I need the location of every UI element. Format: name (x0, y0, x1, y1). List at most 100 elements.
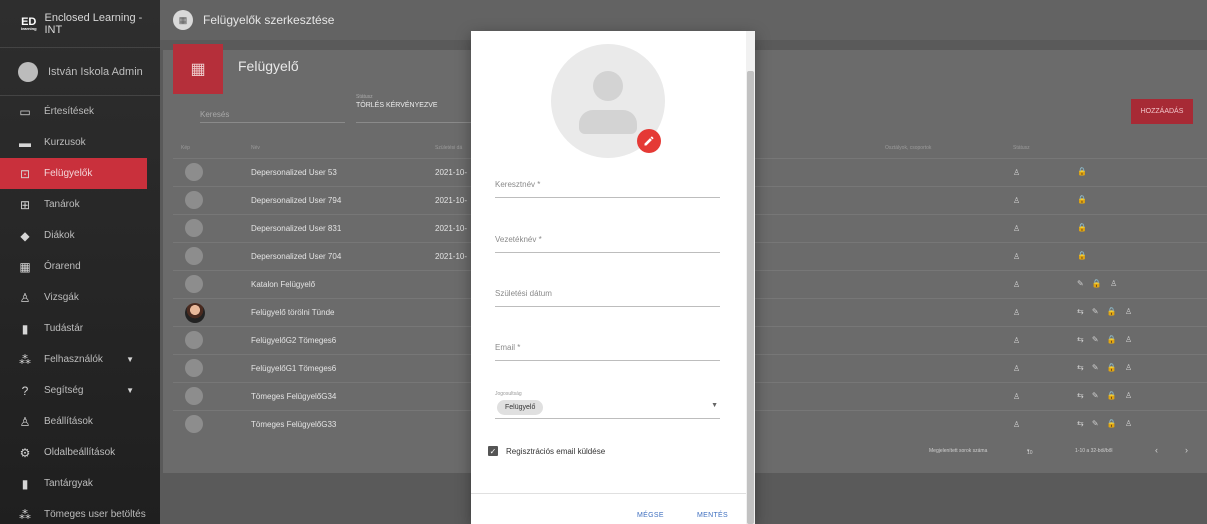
sidebar-item-label: Értesítések (44, 106, 95, 117)
cancel-button[interactable]: MÉGSE (637, 512, 664, 519)
next-page-icon[interactable]: › (1185, 445, 1188, 455)
status-filter-label: Státusz (356, 94, 373, 100)
sidebar-item-3[interactable]: ⊞ Tanárok (0, 189, 160, 220)
sidebar-item-13[interactable]: ⁂ Tömeges user betöltés (0, 499, 160, 524)
edit-photo-button[interactable] (637, 129, 661, 153)
first-name-field[interactable]: Keresztnév * (495, 176, 720, 198)
sidebar-item-label: Órarend (44, 261, 81, 272)
sidebar-item-7[interactable]: ▮ Tudástár (0, 313, 160, 344)
sidebar-item-label: Kurzusok (44, 137, 86, 148)
column-header-dob[interactable]: Születési dá (435, 145, 462, 151)
site-settings-icon: ⚙ (19, 445, 31, 460)
exam-icon: ♙ (19, 290, 31, 305)
role-chip[interactable]: Felügyelő (497, 400, 544, 415)
avatar-head-shape (593, 71, 623, 101)
row-dob: 2021-10- (435, 224, 468, 233)
status-icon: ♙ (1013, 196, 1021, 205)
user-profile[interactable]: István Iskola Admin (0, 48, 160, 96)
sidebar-item-9[interactable]: ? Segítség ▼ (0, 375, 160, 406)
row-actions[interactable]: ⇆ ✎ 🔒 ♙ (1077, 307, 1135, 316)
search-input[interactable] (200, 99, 345, 123)
sidebar-item-10[interactable]: ♙ Beállítások (0, 406, 160, 437)
subjects-icon: ▮ (21, 476, 29, 491)
row-actions[interactable]: 🔒 (1077, 251, 1090, 260)
email-label: Email * (495, 343, 521, 352)
scrollbar-thumb[interactable] (747, 71, 754, 524)
monitor-person-icon: ⊡ (19, 166, 31, 181)
chevron-down-icon[interactable]: ▼ (126, 386, 134, 395)
row-actions[interactable]: ⇆ ✎ 🔒 ♙ (1077, 419, 1135, 428)
sidebar-item-5[interactable]: ▦ Órarend (0, 251, 160, 282)
status-icon: ♙ (1013, 420, 1021, 429)
status-filter[interactable]: Státusz TÖRLÉS KÉRVÉNYEZVE (356, 90, 474, 123)
row-dob: 2021-10- (435, 252, 468, 261)
sidebar-item-12[interactable]: ▮ Tantárgyak (0, 468, 160, 499)
brand-logo-subtext: learning (20, 25, 37, 31)
status-icon: ♙ (1013, 224, 1021, 233)
avatar-body-shape (579, 110, 637, 134)
row-actions[interactable]: 🔒 (1077, 195, 1090, 204)
row-name: Tömeges FelügyelőG34 (251, 392, 337, 401)
role-select[interactable]: Jogosultság Felügyelő ▼ (495, 391, 720, 419)
settings-person-icon: ♙ (19, 414, 31, 429)
column-header-groups[interactable]: Osztályok, csoportok (885, 145, 931, 151)
sidebar: ED learning Enclosed Learning - INT Istv… (0, 0, 160, 524)
column-header-name[interactable]: Név (251, 145, 260, 151)
avatar (185, 303, 205, 323)
message-icon: ▭ (19, 104, 31, 119)
row-name: Felügyelő törölni Tünde (251, 308, 335, 317)
add-button[interactable]: HOZZÁADÁS (1131, 99, 1193, 124)
sidebar-item-4[interactable]: ◆ Diákok (0, 220, 160, 251)
sidebar-item-label: Beállítások (44, 416, 93, 427)
row-actions[interactable]: ⇆ ✎ 🔒 ♙ (1077, 363, 1135, 372)
save-button[interactable]: MENTÉS (697, 512, 728, 519)
row-name: Depersonalized User 704 (251, 252, 342, 261)
avatar (18, 61, 38, 82)
row-actions[interactable]: ✎ 🔒 ♙ (1077, 279, 1120, 288)
dob-field[interactable]: Születési dátum (495, 285, 720, 307)
row-actions[interactable]: 🔒 (1077, 167, 1090, 176)
sidebar-item-11[interactable]: ⚙ Oldalbeállítások (0, 437, 160, 468)
sidebar-item-label: Tanárok (44, 199, 80, 210)
column-header-status[interactable]: Státusz (1013, 145, 1030, 151)
send-email-checkbox[interactable]: ✓ (488, 446, 498, 456)
course-icon: ▬ (19, 135, 31, 150)
send-email-option[interactable]: ✓ Regisztrációs email küldése (488, 446, 605, 456)
table-footer: Megjelenített sorok száma 10 ▾ 1-10 a 32… (923, 445, 1203, 460)
avatar (185, 359, 203, 377)
card-title: Felügyelő (238, 58, 299, 74)
brand[interactable]: ED learning Enclosed Learning - INT (0, 0, 160, 48)
users-icon: ⁂ (19, 352, 31, 367)
pencil-icon (644, 136, 654, 146)
row-name: FelügyelőG1 Tömeges6 (251, 364, 337, 373)
caret-down-icon: ▼ (711, 402, 718, 409)
sidebar-item-6[interactable]: ♙ Vizsgák (0, 282, 160, 313)
avatar (185, 219, 203, 237)
status-icon: ♙ (1013, 336, 1021, 345)
status-icon: ♙ (1013, 252, 1021, 261)
status-icon: ♙ (1013, 168, 1021, 177)
status-icon: ♙ (1013, 392, 1021, 401)
page-range: 1-10 a 32-ból/ből (1075, 448, 1113, 454)
row-actions[interactable]: ⇆ ✎ 🔒 ♙ (1077, 391, 1135, 400)
sidebar-item-8[interactable]: ⁂ Felhasználók ▼ (0, 344, 160, 375)
status-icon: ♙ (1013, 364, 1021, 373)
email-field[interactable]: Email * (495, 339, 720, 361)
rows-per-page-select[interactable]: 10 ▾ (1027, 448, 1033, 456)
last-name-field[interactable]: Vezetéknév * (495, 231, 720, 253)
sidebar-item-2[interactable]: ⊡ Felügyelők (0, 158, 147, 189)
menu-toggle-icon[interactable]: ▦ (173, 10, 193, 30)
prev-page-icon[interactable]: ‹ (1155, 445, 1158, 455)
avatar (185, 415, 203, 433)
sidebar-item-0[interactable]: ▭ Értesítések (0, 96, 160, 127)
scrollbar[interactable] (746, 31, 755, 524)
row-actions[interactable]: 🔒 (1077, 223, 1090, 232)
send-email-label: Regisztrációs email küldése (506, 446, 606, 456)
column-header-image[interactable]: Kép (181, 145, 190, 151)
row-name: Depersonalized User 794 (251, 196, 342, 205)
sidebar-item-label: Oldalbeállítások (44, 447, 116, 458)
row-actions[interactable]: ⇆ ✎ 🔒 ♙ (1077, 335, 1135, 344)
chevron-down-icon[interactable]: ▼ (126, 355, 134, 364)
help-icon: ? (21, 383, 29, 398)
sidebar-item-1[interactable]: ▬ Kurzusok (0, 127, 160, 158)
